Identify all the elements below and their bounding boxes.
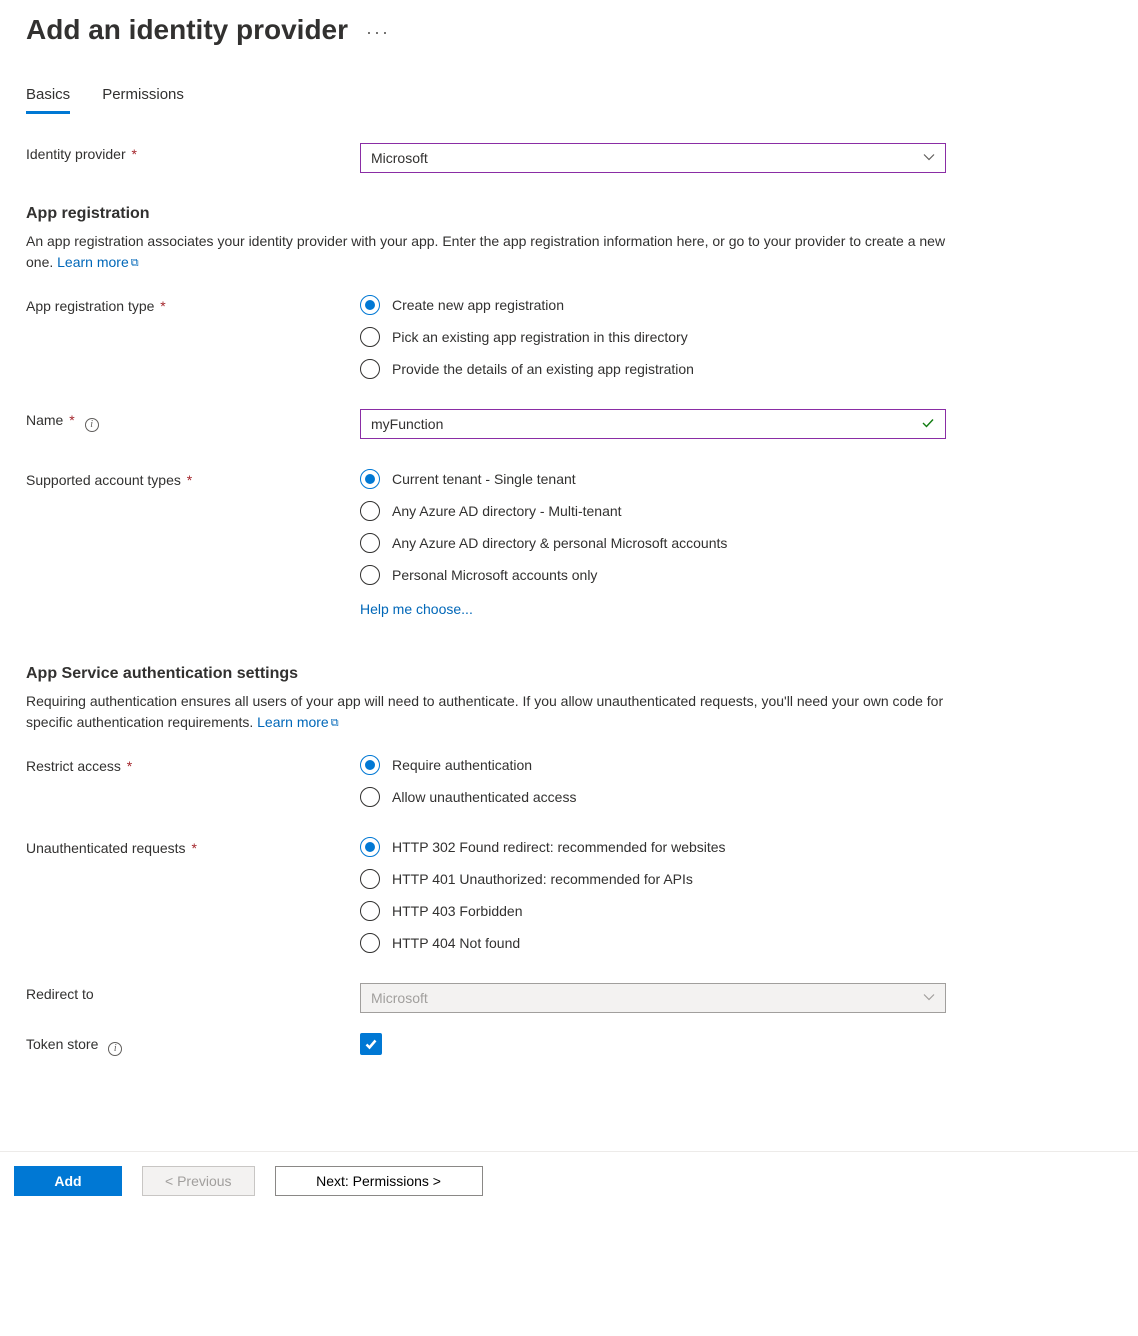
- app-registration-type-group: Create new app registration Pick an exis…: [360, 295, 946, 379]
- more-icon[interactable]: ···: [366, 18, 390, 43]
- radio-allow-unauth[interactable]: Allow unauthenticated access: [360, 787, 946, 807]
- token-store-checkbox[interactable]: [360, 1033, 382, 1055]
- radio-require-auth[interactable]: Require authentication: [360, 755, 946, 775]
- tab-basics[interactable]: Basics: [26, 86, 70, 114]
- unauth-requests-group: HTTP 302 Found redirect: recommended for…: [360, 837, 946, 953]
- chevron-down-icon: [923, 150, 935, 166]
- radio-provide-details[interactable]: Provide the details of an existing app r…: [360, 359, 946, 379]
- radio-any-ad[interactable]: Any Azure AD directory - Multi-tenant: [360, 501, 946, 521]
- token-store-label: Token store i: [26, 1033, 360, 1056]
- radio-icon: [360, 565, 380, 585]
- radio-icon: [360, 327, 380, 347]
- radio-http-404[interactable]: HTTP 404 Not found: [360, 933, 946, 953]
- identity-provider-value: Microsoft: [371, 150, 428, 166]
- auth-settings-heading: App Service authentication settings: [26, 665, 1112, 683]
- radio-http-403[interactable]: HTTP 403 Forbidden: [360, 901, 946, 921]
- redirect-to-select: Microsoft: [360, 983, 946, 1013]
- radio-icon: [360, 359, 380, 379]
- radio-icon: [360, 533, 380, 553]
- check-icon: [364, 1037, 378, 1051]
- app-registration-type-label: App registration type *: [26, 295, 360, 314]
- auth-settings-desc: Requiring authentication ensures all use…: [26, 691, 966, 733]
- external-link-icon: ⧉: [131, 255, 139, 272]
- app-registration-heading: App registration: [26, 205, 1112, 223]
- info-icon[interactable]: i: [85, 418, 99, 432]
- next-permissions-button[interactable]: Next: Permissions >: [275, 1166, 483, 1196]
- radio-icon: [360, 901, 380, 921]
- radio-icon: [360, 501, 380, 521]
- identity-provider-select[interactable]: Microsoft: [360, 143, 946, 173]
- auth-settings-learn-more-link[interactable]: Learn more⧉: [257, 714, 338, 730]
- supported-account-types-label: Supported account types *: [26, 469, 360, 488]
- identity-provider-label: Identity provider *: [26, 143, 360, 162]
- restrict-access-group: Require authentication Allow unauthentic…: [360, 755, 946, 807]
- check-icon: [921, 416, 935, 433]
- page-title: Add an identity provider: [26, 14, 348, 46]
- help-me-choose-link[interactable]: Help me choose...: [360, 601, 473, 617]
- radio-icon: [360, 869, 380, 889]
- restrict-access-label: Restrict access *: [26, 755, 360, 774]
- name-input-value: myFunction: [371, 416, 443, 432]
- tabs: Basics Permissions: [26, 86, 1112, 115]
- radio-icon: [360, 837, 380, 857]
- app-registration-learn-more-link[interactable]: Learn more⧉: [57, 254, 138, 270]
- external-link-icon: ⧉: [331, 715, 339, 732]
- radio-http-302[interactable]: HTTP 302 Found redirect: recommended for…: [360, 837, 946, 857]
- redirect-to-label: Redirect to: [26, 983, 360, 1002]
- unauth-requests-label: Unauthenticated requests *: [26, 837, 360, 856]
- radio-current-tenant[interactable]: Current tenant - Single tenant: [360, 469, 946, 489]
- redirect-to-value: Microsoft: [371, 990, 428, 1006]
- name-input[interactable]: myFunction: [360, 409, 946, 439]
- radio-icon: [360, 755, 380, 775]
- radio-icon: [360, 787, 380, 807]
- radio-icon: [360, 295, 380, 315]
- radio-any-ad-personal[interactable]: Any Azure AD directory & personal Micros…: [360, 533, 946, 553]
- radio-personal-only[interactable]: Personal Microsoft accounts only: [360, 565, 946, 585]
- radio-icon: [360, 469, 380, 489]
- radio-create-new[interactable]: Create new app registration: [360, 295, 946, 315]
- tab-permissions[interactable]: Permissions: [102, 86, 184, 114]
- chevron-down-icon: [923, 990, 935, 1006]
- info-icon[interactable]: i: [108, 1042, 122, 1056]
- footer: Add < Previous Next: Permissions >: [0, 1151, 1138, 1196]
- radio-pick-existing[interactable]: Pick an existing app registration in thi…: [360, 327, 946, 347]
- radio-icon: [360, 933, 380, 953]
- name-label: Name * i: [26, 409, 360, 432]
- supported-account-types-group: Current tenant - Single tenant Any Azure…: [360, 469, 946, 585]
- previous-button: < Previous: [142, 1166, 255, 1196]
- radio-http-401[interactable]: HTTP 401 Unauthorized: recommended for A…: [360, 869, 946, 889]
- app-registration-desc: An app registration associates your iden…: [26, 231, 966, 273]
- add-button[interactable]: Add: [14, 1166, 122, 1196]
